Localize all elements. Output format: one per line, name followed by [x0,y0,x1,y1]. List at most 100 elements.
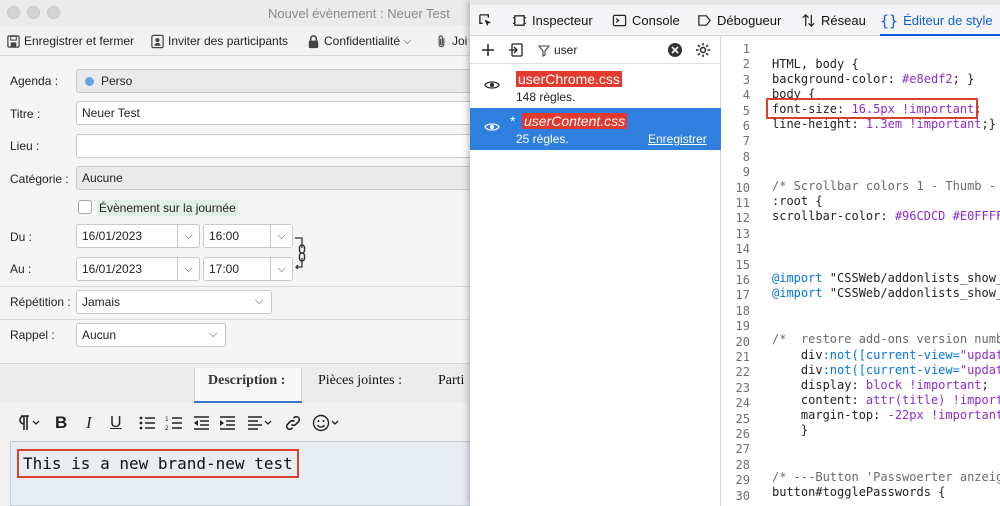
tab-inspector[interactable]: Inspecteur [512,5,593,36]
separator [0,319,472,320]
category-label: Catégorie : [10,172,69,186]
to-time-value: 17:00 [209,262,240,276]
italic-icon[interactable]: I [86,413,92,432]
category-value: Aucune [82,171,123,185]
chevron-down-icon: ⌵ [209,328,218,340]
allday-label: Évènement sur la journée [97,200,238,216]
address-book-icon [151,34,164,48]
to-time-picker-button[interactable]: ⌵ [270,258,292,280]
line-number: 15 [735,257,750,272]
reminder-value: Aucun [82,328,117,342]
line-number-gutter: 1 2 3 4 5 6 7 8 9 10 11 12 13 14 15 16 17 18 19 20 21 22 23 24 2… [722,36,766,506]
tab-network[interactable]: Réseau [801,5,866,36]
code-line-3: background-color: #e8edf2; } [772,72,975,86]
bullet-list-button[interactable] [138,414,156,432]
align-icon [248,416,272,430]
line-number: 8 [742,149,750,164]
zoom-window-button[interactable] [47,6,60,19]
repeat-value: Jamais [82,295,121,309]
plus-icon[interactable] [480,42,496,58]
inspector-icon [512,15,527,26]
svg-text:2: 2 [165,425,169,432]
calendar-select[interactable]: Perso [76,69,472,93]
to-time-input[interactable]: 17:00 ⌵ [203,257,293,281]
import-icon[interactable] [508,42,524,58]
from-date-picker-button[interactable]: ⌵ [177,225,199,247]
link-times-icon[interactable] [294,233,312,273]
invite-attendees-button[interactable]: Inviter des participants [150,32,288,50]
eye-icon[interactable] [484,120,500,134]
stylesheet-panel: user userChrome.css 148 règles. * userCo… [470,36,721,506]
tab-description[interactable]: Description : [208,373,285,389]
indent-button[interactable] [218,414,236,432]
save-stylesheet-link[interactable]: Enregistrer [648,132,707,146]
code-line-12: scrollbar-color: #96CDCD #E0FFFF; [772,209,1000,223]
line-number: 21 [735,350,750,364]
tab-debugger[interactable]: Débogueur [697,5,781,36]
to-date-picker-button[interactable]: ⌵ [177,258,199,280]
repeat-select[interactable]: Jamais ⌵ [76,290,272,314]
clear-filter-icon[interactable] [667,42,683,58]
calendar-value: Perso [101,74,133,88]
code-line-10: /* Scrollbar colors 1 - Thumb - 2 [772,179,1000,193]
reminder-select[interactable]: Aucun ⌵ [76,323,226,347]
tab-attachments[interactable]: Pièces jointes : [318,373,402,389]
modified-marker: * [510,113,516,129]
line-number: 12 [735,211,750,226]
insert-link-button[interactable] [284,414,302,432]
title-input[interactable]: Neuer Test [76,101,472,125]
code-line-17: @import "CSSWeb/addonlists_show_ad [772,286,1000,300]
insert-emoji-button[interactable] [312,414,340,432]
attach-button[interactable]: Joi [434,32,467,50]
line-number: 17 [735,288,750,303]
privacy-menu-button[interactable]: Confidentialité ⌵ [306,32,411,50]
description-editor[interactable]: This is a new brand-new test [10,441,472,506]
paragraph-format-button[interactable] [15,414,41,432]
eye-icon[interactable] [484,78,500,92]
from-time-input[interactable]: 16:00 ⌵ [203,224,293,248]
gear-icon[interactable] [695,42,711,58]
code-line-25: margin-top: -22px !important; [772,408,1000,422]
allday-checkbox[interactable] [78,200,92,214]
line-number: 4 [742,88,750,103]
location-input[interactable] [76,134,472,158]
to-date-input[interactable]: 16/01/2023 ⌵ [76,257,200,281]
close-window-button[interactable] [7,6,20,19]
event-window: Nouvel évènement : Neuer Test Enregistre… [0,0,472,506]
minimize-window-button[interactable] [27,6,40,19]
tab-participants[interactable]: Parti [438,373,464,389]
element-picker-button[interactable] [478,5,493,36]
chevron-down-icon: ⌵ [184,229,193,242]
tab-debugger-label: Débogueur [717,13,782,28]
line-number: 16 [735,273,750,287]
line-number: 18 [735,303,750,318]
from-date-value: 16/01/2023 [82,229,143,243]
from-date-input[interactable]: 16/01/2023 ⌵ [76,224,200,248]
code-line-2: HTML, body { [772,57,859,71]
code-line-11: :root { [772,194,823,208]
stylesheet-item-selected[interactable]: * userContent.css 25 règles. Enregistrer [470,108,721,150]
align-menu-button[interactable] [247,414,273,432]
reminder-label: Rappel : [10,328,55,342]
css-code-editor[interactable]: 1 2 3 4 5 6 7 8 9 10 11 12 13 14 15 16 17 18 19 20 21 22 23 24 2… [722,36,1000,506]
tab-console-label: Console [632,13,680,28]
location-label: Lieu : [10,139,40,153]
bold-icon[interactable]: B [55,413,67,432]
save-close-button[interactable]: Enregistrer et fermer [6,32,134,50]
filter-input[interactable]: user [554,43,577,57]
underline-icon[interactable]: U [110,414,122,432]
tab-style-editor[interactable]: {} Éditeur de style [880,5,1000,36]
privacy-label: Confidentialité [324,34,401,48]
chevron-down-icon: ⌵ [277,229,286,242]
outdent-button[interactable] [192,414,210,432]
stylesheet-item[interactable]: userChrome.css 148 règles. [470,66,721,108]
category-select[interactable]: Aucune [76,166,472,190]
code-line-23: display: block !important; [772,378,989,392]
stylesheet-rule-count: 25 règles. [516,132,569,146]
tab-console[interactable]: Console [612,5,680,36]
tab-network-label: Réseau [821,13,866,28]
numbered-list-button[interactable]: 12 [165,414,183,432]
font-size-highlight [766,98,978,119]
devtools-tabbar: Inspecteur Console Débogueur Réseau {} É… [470,5,1000,36]
from-time-picker-button[interactable]: ⌵ [270,225,292,247]
